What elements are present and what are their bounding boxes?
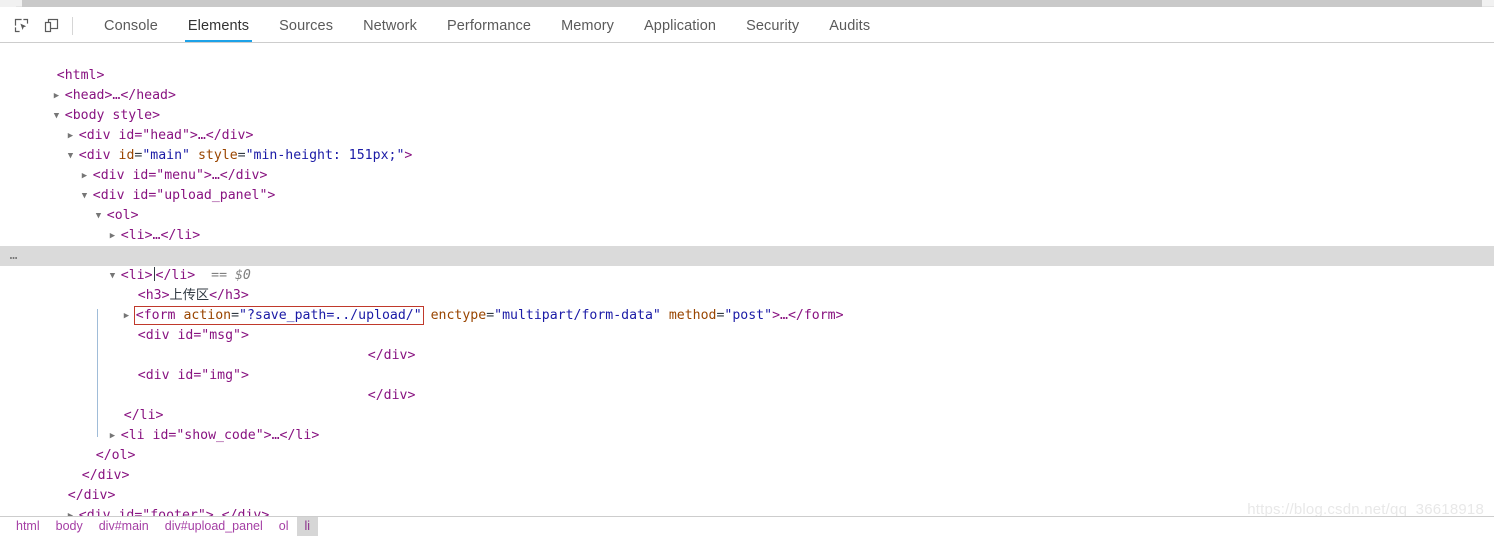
- dom-row-div-msg-close[interactable]: </div>: [0, 326, 1494, 363]
- tab-performance-label: Performance: [446, 17, 532, 34]
- tab-audits[interactable]: Audits: [814, 9, 885, 42]
- tab-console[interactable]: Console: [89, 9, 173, 42]
- tab-memory-label: Memory: [561, 17, 615, 34]
- dom-row-li-1[interactable]: ▶ <li>…</li>: [0, 206, 1494, 243]
- tab-application[interactable]: Application: [629, 9, 731, 42]
- tab-security[interactable]: Security: [731, 9, 814, 42]
- dom-row-h3[interactable]: <h3>上传区</h3>: [0, 266, 1494, 303]
- dom-row-head[interactable]: ▶ <head>…</head>: [0, 66, 1494, 103]
- tab-console-label: Console: [104, 17, 158, 34]
- devtools-toolbar: Console Elements Sources Network Perform…: [0, 9, 1494, 43]
- dom-row-div-main[interactable]: ▼ <div id="main" style="min-height: 151px…: [0, 126, 1494, 163]
- breadcrumb-item-html[interactable]: html: [8, 517, 48, 536]
- dom-row-div-upload-panel[interactable]: ▼ <div id="upload_panel">: [0, 166, 1494, 203]
- breadcrumb-item-div-upload-panel[interactable]: div#upload_panel: [157, 517, 271, 536]
- toolbar-divider: [72, 16, 73, 35]
- tab-sources[interactable]: Sources: [264, 9, 348, 42]
- dom-row-div-head[interactable]: ▶ <div id="head">…</div>: [0, 106, 1494, 143]
- horizontal-scrollbar-thumb[interactable]: [22, 0, 1482, 7]
- dom-row-body[interactable]: ▼ <body style>: [0, 86, 1494, 123]
- toolbar-icon-group: [0, 9, 89, 42]
- tab-network-label: Network: [363, 17, 417, 34]
- dom-row-form[interactable]: ▶ <form action="?save_path=../upload/" en…: [0, 286, 1494, 325]
- device-toolbar-icon[interactable]: [38, 13, 64, 39]
- tab-audits-label: Audits: [829, 17, 871, 34]
- dom-row-div-img-close[interactable]: </div>: [0, 366, 1494, 403]
- tab-elements[interactable]: Elements: [173, 9, 264, 42]
- dom-row-ol-close[interactable]: </ol>: [0, 426, 1494, 463]
- dom-row-li-close[interactable]: </li>: [0, 386, 1494, 423]
- tab-network[interactable]: Network: [348, 9, 432, 42]
- window-scrollbar-strip: [0, 0, 1494, 9]
- tab-performance[interactable]: Performance: [432, 9, 546, 42]
- dom-row-li-2[interactable]: ▶<li>…</li>: [0, 226, 1494, 263]
- tab-elements-label: Elements: [187, 17, 250, 34]
- dom-row-div-menu[interactable]: ▶ <div id="menu">…</div>: [0, 146, 1494, 183]
- dom-row-upload-panel-close[interactable]: </div>: [0, 446, 1494, 483]
- tab-security-label: Security: [746, 17, 800, 34]
- devtools-tab-bar: Console Elements Sources Network Perform…: [89, 9, 885, 42]
- dom-row-div-msg-open[interactable]: <div id="msg">: [0, 306, 1494, 343]
- dom-row-html[interactable]: ▶<html>: [0, 46, 1494, 83]
- dom-tree-panel[interactable]: ▶<html> ▶<head>…</head> ▼<body style> ▶<…: [0, 44, 1494, 516]
- breadcrumb-item-body[interactable]: body: [48, 517, 91, 536]
- dom-row-div-img-open[interactable]: <div id="img">: [0, 346, 1494, 383]
- node-menu-icon[interactable]: …: [2, 246, 26, 266]
- breadcrumb-item-li[interactable]: li: [296, 517, 319, 536]
- tab-sources-label: Sources: [279, 17, 334, 34]
- dom-row-li-show-code[interactable]: ▶ <li id="show_code">…</li>: [0, 406, 1494, 443]
- inspect-element-icon[interactable]: [8, 13, 34, 39]
- breadcrumb-item-ol[interactable]: ol: [271, 517, 297, 536]
- dom-row-ol[interactable]: ▼ <ol>: [0, 186, 1494, 223]
- tab-memory[interactable]: Memory: [546, 9, 629, 42]
- dom-row-li-selected[interactable]: … ▼ <li> </li> == $0: [0, 246, 1494, 283]
- breadcrumb-item-div-main[interactable]: div#main: [91, 517, 157, 536]
- breadcrumb: html body div#main div#upload_panel ol l…: [0, 516, 1494, 536]
- tab-application-label: Application: [644, 17, 717, 34]
- scrollbar-left-button[interactable]: [0, 0, 16, 7]
- dom-row-main-close[interactable]: </div>: [0, 466, 1494, 503]
